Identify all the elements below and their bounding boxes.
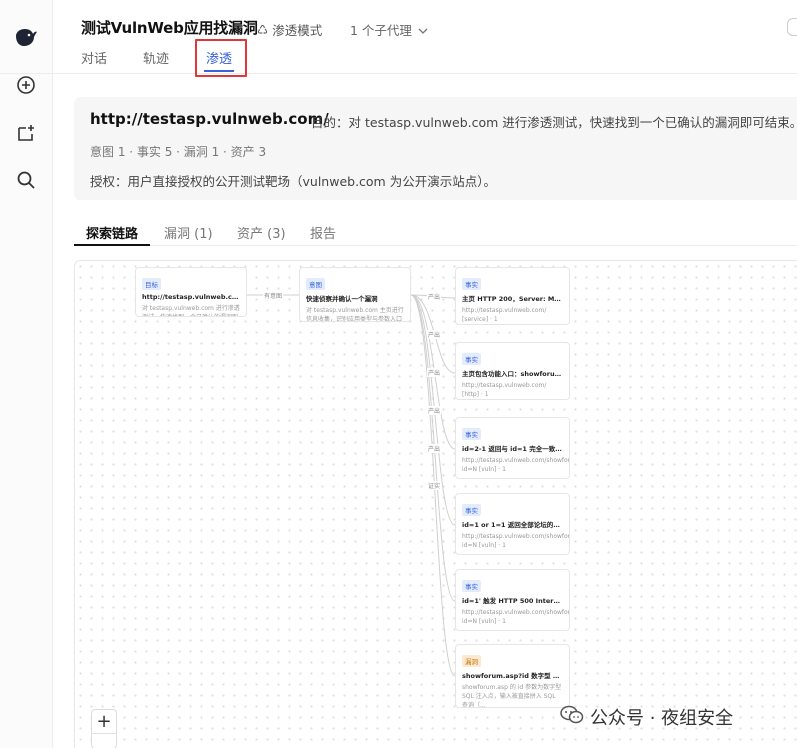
node-title: http://testasp.vulnweb.com/ [142, 293, 240, 301]
search-icon[interactable] [11, 165, 41, 195]
node-desc: http://testasp.vulnweb.com/ [service] · … [462, 307, 547, 323]
edge-label: 产出 [427, 444, 442, 453]
edge-label: 产出 [427, 406, 442, 415]
edge-label: 产出 [427, 292, 442, 301]
node-title: 主页包含功能入口：showforum.asp?i... [462, 370, 563, 378]
tab-explore-chain[interactable]: 探索链路 [73, 223, 151, 246]
tab-report[interactable]: 报告 [310, 223, 336, 242]
vuln-node[interactable]: 漏洞 showforum.asp?id 数字型 SQL 注入（... showf… [455, 644, 570, 708]
node-title: 快速侦察并确认一个漏洞 [306, 295, 378, 303]
target-goal: 目的：对 testasp.vulnweb.com 进行渗透测试，快速找到一个已确… [311, 115, 797, 130]
node-title: id=1 or 1=1 返回全部论坛的帖子列表... [462, 521, 563, 529]
node-tag: 事实 [462, 278, 481, 290]
fact-node[interactable]: 事实 id=1' 触发 HTTP 500 Internal Server E..… [455, 569, 570, 631]
fact-node[interactable]: 事实 id=1 or 1=1 返回全部论坛的帖子列表... http://tes… [455, 493, 570, 555]
mode-selector[interactable]: ♺ 渗透模式 [257, 20, 322, 39]
sub-tabs: 探索链路 漏洞 (1) 资产 (3) 报告 [73, 220, 797, 246]
zoom-in-button[interactable]: + [92, 710, 116, 734]
edge-label: 有意图 [263, 291, 284, 300]
target-url: http://testasp.vulnweb.com/ [90, 110, 329, 128]
wechat-icon [560, 705, 584, 730]
watermark-text: 公众号 · 夜组安全 [590, 708, 734, 729]
edge-label: 证实 [427, 481, 442, 490]
node-desc: 对 testasp.vulnweb.com 进行渗透测试，快速找到一个已确认的漏… [142, 305, 240, 316]
left-rail [0, 0, 53, 748]
main-tabs: 对话 轨迹 渗透 [0, 44, 797, 74]
node-tag: 事实 [462, 428, 481, 440]
node-tag: 事实 [462, 353, 481, 365]
node-desc: showforum.asp 的 id 参数为数字型 SQL 注入点，输入被直接拼… [462, 684, 562, 708]
node-tag: 意图 [306, 278, 325, 290]
mode-label: 渗透模式 [272, 23, 323, 38]
target-auth: 授权：用户直接授权的公开测试靶场（vulnweb.com 为公开演示站点）。 [90, 174, 496, 189]
tab-trace[interactable]: 轨迹 [143, 48, 169, 67]
node-title: showforum.asp?id 数字型 SQL 注入（... [462, 672, 563, 680]
tab-chat[interactable]: 对话 [81, 48, 107, 67]
agent-label: 1 个子代理 [350, 23, 412, 38]
node-title: id=1' 触发 HTTP 500 Internal Server E... [462, 597, 563, 605]
edge-label: 产出 [427, 368, 442, 377]
target-stats: 意图 1 · 事实 5 · 漏洞 1 · 资产 3 [90, 145, 267, 159]
node-tag: 事实 [462, 504, 481, 516]
tab-assets[interactable]: 资产 (3) [237, 223, 286, 242]
fact-node[interactable]: 事实 id=2-1 返回与 id=1 完全一致的 Weath... http:/… [455, 417, 570, 479]
edge-label: 产出 [427, 330, 442, 339]
fact-node[interactable]: 事实 主页包含功能入口：showforum.asp?i... http://te… [455, 342, 570, 400]
node-tag: 漏洞 [462, 655, 481, 667]
graph-canvas[interactable]: 有意图 产出 产出 产出 产出 产出 证实 目标 http://testasp.… [74, 260, 797, 748]
node-tag: 事实 [462, 580, 481, 592]
top-right-control[interactable] [787, 18, 797, 36]
node-title: 主页 HTTP 200，Server: Microsoft-IIS... [462, 295, 563, 303]
watermark: 公众号 · 夜组安全 [560, 704, 733, 730]
node-title: id=2-1 返回与 id=1 完全一致的 Weath... [462, 445, 563, 453]
node-desc: http://testasp.vulnweb.com/ [http] · 1 [462, 382, 547, 398]
node-desc: 对 testasp.vulnweb.com 主页进行信息收集，识别应用类型与参数… [306, 307, 404, 322]
fact-node[interactable]: 事实 主页 HTTP 200，Server: Microsoft-IIS... … [455, 267, 570, 325]
page-title: 测试VulnWeb应用找漏洞 [81, 19, 258, 37]
chevron-down-icon [418, 22, 428, 37]
add-project-icon[interactable] [11, 118, 41, 148]
node-desc: http://testasp.vulnweb.com/showforum.asp… [462, 533, 570, 549]
intent-node[interactable]: 意图 快速侦察并确认一个漏洞 对 testasp.vulnweb.com 主页进… [299, 267, 411, 322]
highlight-box [195, 39, 247, 77]
node-desc: http://testasp.vulnweb.com/showforum.asp… [462, 457, 570, 473]
node-desc: http://testasp.vulnweb.com/showforum.asp… [462, 609, 570, 625]
target-panel: http://testasp.vulnweb.com/ 目的：对 testasp… [74, 97, 797, 200]
new-chat-icon[interactable] [11, 70, 41, 100]
agent-dropdown[interactable]: 1 个子代理 [350, 20, 428, 39]
tab-vulns[interactable]: 漏洞 (1) [164, 223, 213, 242]
node-tag: 目标 [142, 278, 161, 290]
zoom-control: + [91, 709, 117, 748]
recycle-icon: ♺ [257, 22, 269, 37]
goal-node[interactable]: 目标 http://testasp.vulnweb.com/ 对 testasp… [135, 267, 247, 317]
